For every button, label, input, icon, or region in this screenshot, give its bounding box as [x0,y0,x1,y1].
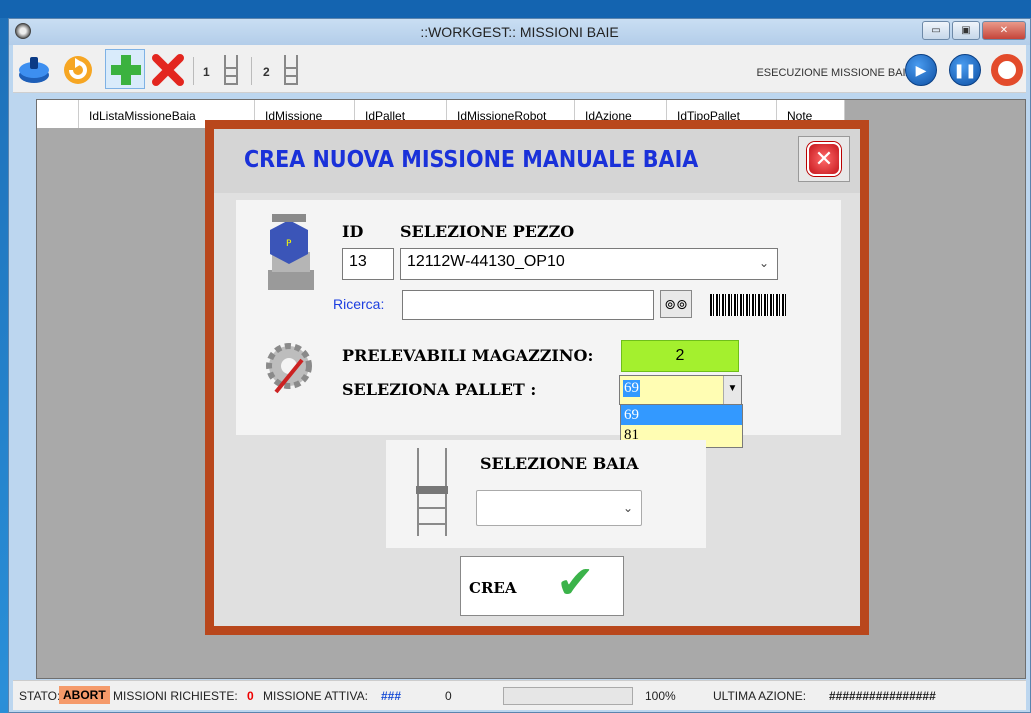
bay-select[interactable]: ⌄ [476,490,642,526]
lifebuoy-icon[interactable] [991,54,1023,86]
search-label: Ricerca: [333,296,385,312]
grid-corner [37,100,79,128]
search-button[interactable]: ⊚⊚ [660,290,692,318]
id-label: ID [342,222,364,241]
create-button[interactable]: CREA ✔ [460,556,624,616]
new-mission-dialog: CREA NUOVA MISSIONE MANUALE BAIA ✕ P ID … [205,120,869,635]
minimize-button[interactable]: ▭ [922,21,950,40]
pause-icon: ❚❚ [953,61,977,78]
close-window-button[interactable]: ✕ [982,21,1026,40]
piece-panel: P ID SELEZIONE PEZZO 13 12112W-44130_OP1… [236,200,841,435]
play-icon: ▶ [915,61,927,78]
bay-rack-icon [416,448,448,536]
progress-count: 0 [445,689,452,703]
last-action-label: ULTIMA AZIONE: [713,689,807,703]
piece-select-value: 12112W-44130_OP10 [407,253,565,270]
active-mission-label: MISSIONE ATTIVA: [263,689,368,703]
active-mission-value: ### [381,689,402,703]
chevron-down-icon: ▼ [723,376,741,404]
plus-icon [111,55,141,85]
toolbar-separator [193,57,194,85]
missions-count: 0 [247,689,254,703]
dropdown-option[interactable]: 69 [621,405,742,425]
status-label: STATO: [19,689,61,703]
bay-1-icon[interactable] [221,55,241,85]
bay-2-number: 2 [263,65,270,79]
pallet-label: SELEZIONA PALLET : [342,380,537,399]
gear-wrench-icon [266,343,312,394]
binoculars-icon: ⊚⊚ [664,295,688,312]
bay-2-icon[interactable] [281,55,301,85]
dialog-title: CREA NUOVA MISSIONE MANUALE BAIA [244,147,699,173]
last-action-value: ################ [829,689,936,703]
add-button[interactable] [105,49,145,89]
chevron-down-icon: ⌄ [758,256,769,270]
available-label: PRELEVABILI MAGAZZINO: [342,346,594,365]
barcode-icon[interactable] [710,294,786,316]
exec-mission-label: ESECUZIONE MISSIONE BAIA: [756,67,916,79]
chevron-down-icon: ⌄ [622,501,633,515]
refresh-icon[interactable] [61,53,95,87]
available-count: 2 [621,340,739,372]
maximize-button[interactable]: ▣ [952,21,980,40]
window-title: ::WORKGEST:: MISSIONI BAIE [420,24,619,40]
toolbar-separator [251,57,252,85]
close-icon: ✕ [807,142,841,176]
delete-x-icon[interactable] [151,53,185,87]
dialog-close-button[interactable]: ✕ [798,136,850,182]
piece-label: SELEZIONE PEZZO [400,222,575,241]
piece-select[interactable]: 12112W-44130_OP10 ⌄ [400,248,778,280]
pallet-piece-icon: P [268,214,314,290]
bay-panel: SELEZIONE BAIA ⌄ [386,440,706,548]
pallet-select-value: 69 [623,380,640,397]
power-plug-icon[interactable] [17,53,51,87]
pause-button[interactable]: ❚❚ [949,54,981,86]
progress-bar [503,687,633,705]
title-bar: ::WORKGEST:: MISSIONI BAIE ▭ ▣ ✕ [9,19,1030,45]
toolbar: 1 2 ESECUZIONE MISSIONE BAIA: ▶ ❚❚ [13,45,1026,93]
window-controls: ▭ ▣ ✕ [922,21,1026,40]
play-button[interactable]: ▶ [905,54,937,86]
svg-text:P: P [286,239,292,249]
missions-label: MISSIONI RICHIESTE: [113,689,238,703]
pallet-select[interactable]: 69 ▼ [619,375,742,405]
progress-percent: 100% [645,689,676,703]
create-button-label: CREA [469,579,517,597]
checkmark-icon: ✔ [556,556,595,608]
id-field[interactable]: 13 [342,248,394,280]
search-input[interactable] [402,290,654,320]
bay-label: SELEZIONE BAIA [480,454,639,473]
bay-1-number: 1 [203,65,210,79]
dialog-header: CREA NUOVA MISSIONE MANUALE BAIA ✕ [214,129,860,193]
status-badge: ABORT [59,686,110,704]
desktop-top-strip [0,0,1031,18]
status-bar: STATO: ABORT MISSIONI RICHIESTE: 0 MISSI… [13,680,1026,710]
